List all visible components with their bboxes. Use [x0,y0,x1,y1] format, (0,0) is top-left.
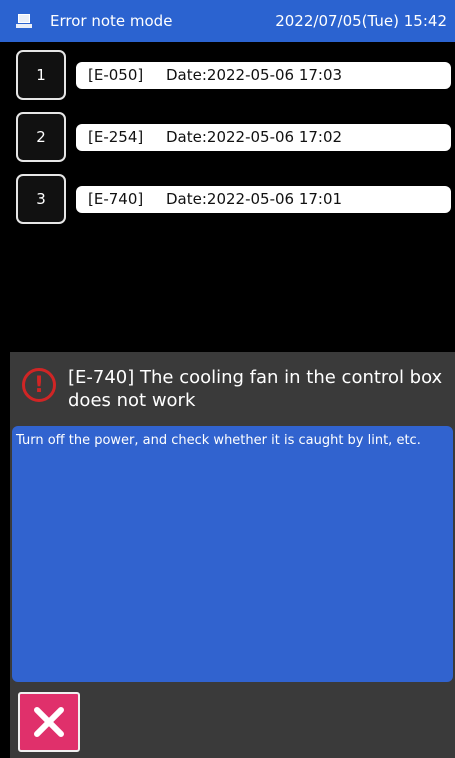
error-date: Date:2022-05-06 17:03 [166,66,343,84]
error-message: [E-740] The cooling fan in the control b… [68,367,443,411]
error-row-3[interactable]: 3 [E-740] Date:2022-05-06 17:01 [16,174,451,224]
error-date: Date:2022-05-06 17:02 [166,128,343,146]
error-detail-panel: ! [E-740] The cooling fan in the control… [10,352,455,758]
datetime-display: 2022/07/05(Tue) 15:42 [275,12,447,30]
error-index-label: 1 [36,66,46,84]
close-button[interactable] [18,692,80,752]
close-icon [34,707,64,737]
error-code: [E-254] [88,128,144,146]
machine-icon [14,11,34,31]
error-entry-1[interactable]: [E-050] Date:2022-05-06 17:03 [76,61,451,89]
error-row-2[interactable]: 2 [E-254] Date:2022-05-06 17:02 [16,112,451,162]
error-index-button-2[interactable]: 2 [16,112,66,162]
page-title: Error note mode [50,12,173,30]
error-code: [E-050] [88,66,144,84]
error-index-button-1[interactable]: 1 [16,50,66,100]
error-index-label: 2 [36,128,46,146]
error-date: Date:2022-05-06 17:01 [166,190,343,208]
alert-icon: ! [22,368,56,402]
hint-text: Turn off the power, and check whether it… [16,433,421,448]
error-index-label: 3 [36,190,46,208]
error-entry-2[interactable]: [E-254] Date:2022-05-06 17:02 [76,123,451,151]
hint-box: Turn off the power, and check whether it… [12,426,453,682]
error-entry-3[interactable]: [E-740] Date:2022-05-06 17:01 [76,185,451,213]
error-code: [E-740] [88,190,144,208]
error-index-button-3[interactable]: 3 [16,174,66,224]
error-row-1[interactable]: 1 [E-050] Date:2022-05-06 17:03 [16,50,451,100]
header-bar: Error note mode 2022/07/05(Tue) 15:42 [0,0,455,42]
